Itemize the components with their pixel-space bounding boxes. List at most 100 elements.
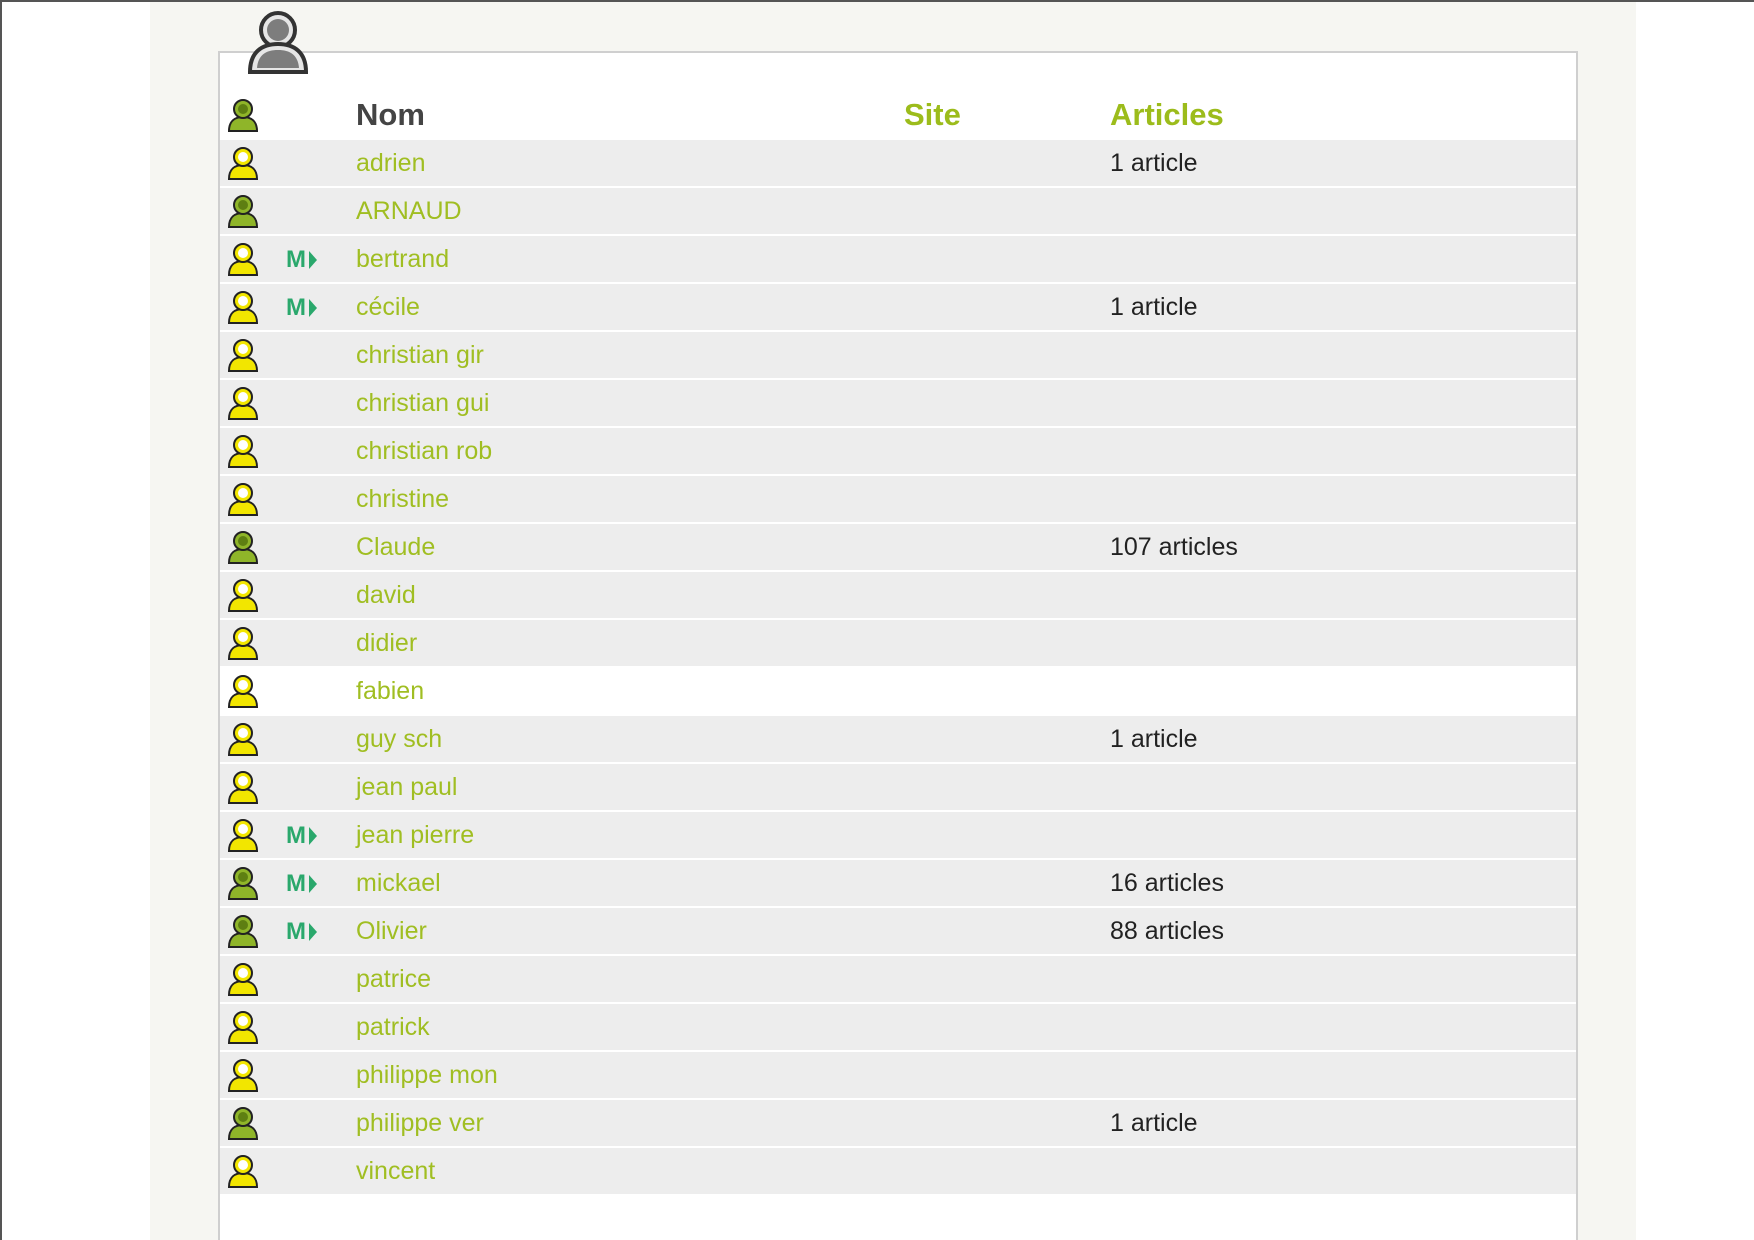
author-name-link[interactable]: christian gir	[356, 341, 484, 369]
row-status-cell	[220, 619, 284, 668]
author-name-link[interactable]: didier	[356, 629, 417, 657]
row-mail-cell	[284, 619, 356, 668]
redactor-user-icon	[227, 291, 259, 324]
article-count: 107 articles	[1110, 532, 1238, 561]
author-name-link[interactable]: philippe ver	[356, 1109, 484, 1137]
row-name-cell: guy sch	[356, 715, 904, 764]
table-row: ARNAUD	[220, 187, 1576, 236]
author-name-link[interactable]: Claude	[356, 533, 435, 561]
table-row: christine	[220, 475, 1576, 524]
redactor-user-icon	[227, 819, 259, 852]
row-articles-cell	[1110, 1051, 1576, 1100]
row-status-cell	[220, 475, 284, 524]
author-name-link[interactable]: cécile	[356, 293, 420, 321]
row-name-cell: vincent	[356, 1147, 904, 1196]
author-name-link[interactable]: christine	[356, 485, 449, 513]
row-site-cell	[904, 427, 1110, 476]
row-articles-cell	[1110, 571, 1576, 620]
author-name-link[interactable]: Olivier	[356, 917, 427, 945]
table-row: philippe mon	[220, 1051, 1576, 1100]
header-site[interactable]: Site	[904, 90, 1110, 140]
author-name-link[interactable]: guy sch	[356, 725, 442, 753]
row-name-cell: ARNAUD	[356, 187, 904, 236]
row-articles-cell: 1 article	[1110, 140, 1576, 188]
row-mail-cell: M	[284, 859, 356, 908]
author-name-link[interactable]: ARNAUD	[356, 197, 462, 225]
row-articles-cell	[1110, 1003, 1576, 1052]
row-articles-cell	[1110, 955, 1576, 1004]
row-articles-cell	[1110, 187, 1576, 236]
table-row: patrice	[220, 955, 1576, 1004]
row-mail-cell	[284, 1147, 356, 1196]
author-name-link[interactable]: philippe mon	[356, 1061, 498, 1089]
author-name-link[interactable]: mickael	[356, 869, 441, 897]
row-site-cell	[904, 667, 1110, 716]
table-row: adrien 1 article	[220, 140, 1576, 188]
author-name-link[interactable]: patrick	[356, 1013, 430, 1041]
row-name-cell: mickael	[356, 859, 904, 908]
row-name-cell: david	[356, 571, 904, 620]
row-site-cell	[904, 187, 1110, 236]
header-name[interactable]: Nom	[356, 90, 904, 140]
row-articles-cell	[1110, 667, 1576, 716]
row-status-cell	[220, 187, 284, 236]
row-site-cell	[904, 1099, 1110, 1148]
header-articles[interactable]: Articles	[1110, 90, 1576, 140]
row-mail-cell	[284, 1099, 356, 1148]
row-status-cell	[220, 1099, 284, 1148]
table-header-row: Nom Site Articles	[220, 90, 1576, 140]
send-message-icon[interactable]: M	[286, 294, 317, 322]
author-name-link[interactable]: fabien	[356, 677, 424, 705]
row-site-cell	[904, 475, 1110, 524]
author-name-link[interactable]: jean paul	[356, 773, 457, 801]
row-status-cell	[220, 140, 284, 188]
redactor-user-icon	[227, 579, 259, 612]
article-count: 1 article	[1110, 292, 1198, 321]
redactor-user-icon	[227, 1155, 259, 1188]
row-site-cell	[904, 1003, 1110, 1052]
author-name-link[interactable]: jean pierre	[356, 821, 474, 849]
author-name-link[interactable]: vincent	[356, 1157, 435, 1185]
row-status-cell	[220, 1147, 284, 1196]
table-row: fabien	[220, 667, 1576, 716]
row-name-cell: jean paul	[356, 763, 904, 812]
article-count: 1 article	[1110, 1108, 1198, 1137]
send-message-icon[interactable]: M	[286, 918, 317, 946]
row-site-cell	[904, 907, 1110, 956]
header-status	[220, 90, 284, 140]
row-articles-cell	[1110, 379, 1576, 428]
row-articles-cell: 1 article	[1110, 1099, 1576, 1148]
redactor-user-icon	[227, 1059, 259, 1092]
table-row: david	[220, 571, 1576, 620]
author-name-link[interactable]: christian gui	[356, 389, 489, 417]
row-status-cell	[220, 763, 284, 812]
send-message-icon[interactable]: M	[286, 870, 317, 898]
row-articles-cell: 107 articles	[1110, 523, 1576, 572]
author-name-link[interactable]: patrice	[356, 965, 431, 993]
send-message-icon[interactable]: M	[286, 246, 317, 274]
row-status-cell	[220, 955, 284, 1004]
admin-user-icon	[227, 99, 259, 132]
table-row: christian gui	[220, 379, 1576, 428]
redactor-user-icon	[227, 483, 259, 516]
row-mail-cell: M	[284, 235, 356, 284]
admin-user-icon	[227, 195, 259, 228]
author-name-link[interactable]: adrien	[356, 149, 426, 177]
table-row: Mcécile 1 article	[220, 283, 1576, 332]
row-name-cell: christine	[356, 475, 904, 524]
table-row: Claude 107 articles	[220, 523, 1576, 572]
redactor-user-icon	[227, 723, 259, 756]
row-articles-cell	[1110, 763, 1576, 812]
author-name-link[interactable]: christian rob	[356, 437, 492, 465]
author-name-link[interactable]: bertrand	[356, 245, 449, 273]
row-mail-cell: M	[284, 907, 356, 956]
row-articles-cell	[1110, 427, 1576, 476]
row-name-cell: jean pierre	[356, 811, 904, 860]
author-name-link[interactable]: david	[356, 581, 416, 609]
row-status-cell	[220, 907, 284, 956]
row-name-cell: didier	[356, 619, 904, 668]
send-message-icon[interactable]: M	[286, 822, 317, 850]
redactor-user-icon	[227, 387, 259, 420]
row-status-cell	[220, 379, 284, 428]
row-status-cell	[220, 1051, 284, 1100]
